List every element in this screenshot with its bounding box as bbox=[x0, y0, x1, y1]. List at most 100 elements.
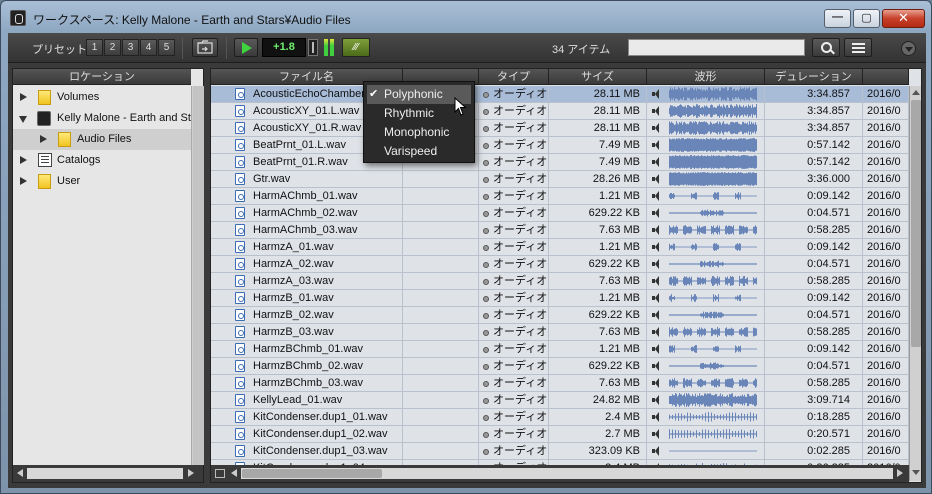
speaker-icon[interactable] bbox=[652, 310, 659, 320]
waveform-cell[interactable] bbox=[647, 358, 765, 375]
import-folder-button[interactable] bbox=[192, 38, 218, 57]
filename-cell[interactable]: KitCondenser.dup1_03.wav bbox=[211, 443, 403, 460]
filename-cell[interactable]: HarmzBChmb_03.wav bbox=[211, 375, 403, 392]
title-bar[interactable]: ワークスペース: Kelly Malone - Earth and Stars¥… bbox=[1, 1, 931, 33]
tree-item-user[interactable]: User bbox=[13, 171, 191, 192]
tree-item-workspace[interactable]: Kelly Malone - Earth and Stars bbox=[13, 108, 191, 129]
minimize-button[interactable]: — bbox=[824, 9, 851, 28]
expand-icon[interactable] bbox=[20, 93, 27, 101]
scroll-track[interactable] bbox=[27, 468, 183, 479]
speaker-icon[interactable] bbox=[652, 378, 659, 388]
waveform-cell[interactable] bbox=[647, 307, 765, 324]
filename-cell[interactable]: HarmzB_01.wav bbox=[211, 290, 403, 307]
waveform-cell[interactable] bbox=[647, 86, 765, 103]
tree-item-audio-files[interactable]: Audio Files bbox=[13, 129, 191, 150]
table-row[interactable]: HarmAChmb_03.wav オーディオ 7.63 MB 0:58.285 2016… bbox=[211, 222, 911, 239]
table-row[interactable]: HarmzA_01.wav オーディオ 1.21 MB 0:09.142 2016/0 bbox=[211, 239, 911, 256]
column-header-size[interactable]: サイズ bbox=[549, 69, 647, 85]
play-button[interactable] bbox=[234, 38, 258, 57]
waveform-cell[interactable] bbox=[647, 256, 765, 273]
column-header-duration[interactable]: デュレーション bbox=[765, 69, 863, 85]
expand-icon[interactable] bbox=[20, 156, 27, 164]
speaker-icon[interactable] bbox=[652, 123, 659, 133]
table-row[interactable]: HarmzB_01.wav オーディオ 1.21 MB 0:09.142 2016/0 bbox=[211, 290, 911, 307]
filename-cell[interactable]: HarmzA_03.wav bbox=[211, 273, 403, 290]
table-row[interactable]: AcousticXY_01.L.wav オーディオ 28.11 MB 3:34.857… bbox=[211, 103, 911, 120]
speaker-icon[interactable] bbox=[652, 208, 659, 218]
volume-readout[interactable]: +1.8 bbox=[262, 38, 306, 57]
filename-cell[interactable]: HarmzB_03.wav bbox=[211, 324, 403, 341]
table-row[interactable]: HarmAChmb_01.wav オーディオ 1.21 MB 0:09.142 2016… bbox=[211, 188, 911, 205]
table-row[interactable]: KitCondenser.dup1_02.wav オーディオ 2.7 MB 0:20.… bbox=[211, 426, 911, 443]
table-row[interactable]: HarmzBChmb_03.wav オーディオ 7.63 MB 0:58.285 201… bbox=[211, 375, 911, 392]
options-dropdown-icon[interactable] bbox=[901, 41, 916, 56]
scroll-down-icon[interactable] bbox=[912, 470, 920, 475]
speaker-icon[interactable] bbox=[652, 327, 659, 337]
scroll-right-icon[interactable] bbox=[897, 469, 903, 477]
file-list-horizontal-scrollbar[interactable] bbox=[211, 465, 909, 482]
column-header-waveform[interactable]: 波形 bbox=[647, 69, 765, 85]
waveform-cell[interactable] bbox=[647, 443, 765, 460]
table-row[interactable]: HarmzA_03.wav オーディオ 7.63 MB 0:58.285 2016/0 bbox=[211, 273, 911, 290]
waveform-cell[interactable] bbox=[647, 290, 765, 307]
waveform-cell[interactable] bbox=[647, 392, 765, 409]
tree-item-volumes[interactable]: Volumes bbox=[13, 87, 191, 108]
collapse-icon[interactable] bbox=[19, 116, 27, 123]
speaker-icon[interactable] bbox=[652, 344, 659, 354]
waveform-cell[interactable] bbox=[647, 273, 765, 290]
preset-button-5[interactable]: 5 bbox=[158, 39, 175, 56]
table-row[interactable]: KitCondenser.dup1_03.wav オーディオ 323.09 KB 0:… bbox=[211, 443, 911, 460]
scroll-thumb[interactable] bbox=[911, 100, 921, 347]
waveform-cell[interactable] bbox=[647, 188, 765, 205]
maximize-button[interactable]: ▢ bbox=[853, 9, 880, 28]
speaker-icon[interactable] bbox=[652, 259, 659, 269]
file-list-vertical-scrollbar[interactable] bbox=[909, 86, 921, 481]
search-button[interactable] bbox=[812, 38, 840, 57]
scroll-thumb[interactable] bbox=[193, 86, 204, 465]
speaker-icon[interactable] bbox=[652, 276, 659, 286]
speaker-icon[interactable] bbox=[652, 429, 659, 439]
close-button[interactable]: ✕ bbox=[882, 9, 925, 28]
tree-item-catalogs[interactable]: Catalogs bbox=[13, 150, 191, 171]
waveform-cell[interactable] bbox=[647, 222, 765, 239]
waveform-cell[interactable] bbox=[647, 137, 765, 154]
search-input[interactable] bbox=[628, 39, 805, 56]
locations-horizontal-scrollbar[interactable] bbox=[13, 465, 203, 482]
filename-cell[interactable]: HarmAChmb_03.wav bbox=[211, 222, 403, 239]
elastic-audio-mode-button[interactable]: ⁄∕⁄ bbox=[342, 38, 370, 57]
speaker-playing-icon[interactable] bbox=[652, 89, 659, 99]
table-row[interactable]: BeatPrnt_01.R.wav オーディオ 7.49 MB 0:57.142 201… bbox=[211, 154, 911, 171]
waveform-cell[interactable] bbox=[647, 154, 765, 171]
table-row[interactable]: KitCondenser.dup1_01.wav オーディオ 2.4 MB 0:18.… bbox=[211, 409, 911, 426]
waveform-cell[interactable] bbox=[647, 120, 765, 137]
waveform-cell[interactable] bbox=[647, 409, 765, 426]
table-row[interactable]: HarmAChmb_02.wav オーディオ 629.22 KB 0:04.571 20… bbox=[211, 205, 911, 222]
preset-button-3[interactable]: 3 bbox=[122, 39, 139, 56]
expand-icon[interactable] bbox=[20, 177, 27, 185]
waveform-cell[interactable] bbox=[647, 341, 765, 358]
filename-cell[interactable]: HarmzBChmb_02.wav bbox=[211, 358, 403, 375]
waveform-cell[interactable] bbox=[647, 239, 765, 256]
waveform-cell[interactable] bbox=[647, 375, 765, 392]
scroll-right-icon[interactable] bbox=[188, 469, 194, 477]
speaker-icon[interactable] bbox=[652, 106, 659, 116]
preset-button-2[interactable]: 2 bbox=[104, 39, 121, 56]
speaker-icon[interactable] bbox=[652, 412, 659, 422]
table-row[interactable]: AcousticEchoChamber.wav オーディオ 28.11 MB 3:34… bbox=[211, 86, 911, 103]
volume-fader[interactable] bbox=[308, 39, 318, 56]
speaker-icon[interactable] bbox=[652, 293, 659, 303]
table-row[interactable]: BeatPrnt_01.L.wav オーディオ 7.49 MB 0:57.142 201… bbox=[211, 137, 911, 154]
filename-cell[interactable]: HarmAChmb_02.wav bbox=[211, 205, 403, 222]
scroll-track[interactable] bbox=[241, 468, 893, 479]
menu-item-varispeed[interactable]: Varispeed bbox=[364, 142, 474, 161]
speaker-icon[interactable] bbox=[652, 225, 659, 235]
speaker-icon[interactable] bbox=[652, 140, 659, 150]
filename-cell[interactable]: Gtr.wav bbox=[211, 171, 403, 188]
waveform-cell[interactable] bbox=[647, 103, 765, 120]
waveform-cell[interactable] bbox=[647, 324, 765, 341]
preset-button-4[interactable]: 4 bbox=[140, 39, 157, 56]
menu-button[interactable] bbox=[844, 38, 872, 57]
filename-cell[interactable]: HarmzA_02.wav bbox=[211, 256, 403, 273]
table-row[interactable]: Gtr.wav オーディオ 28.26 MB 3:36.000 2016/0 bbox=[211, 171, 911, 188]
speaker-icon[interactable] bbox=[652, 174, 659, 184]
